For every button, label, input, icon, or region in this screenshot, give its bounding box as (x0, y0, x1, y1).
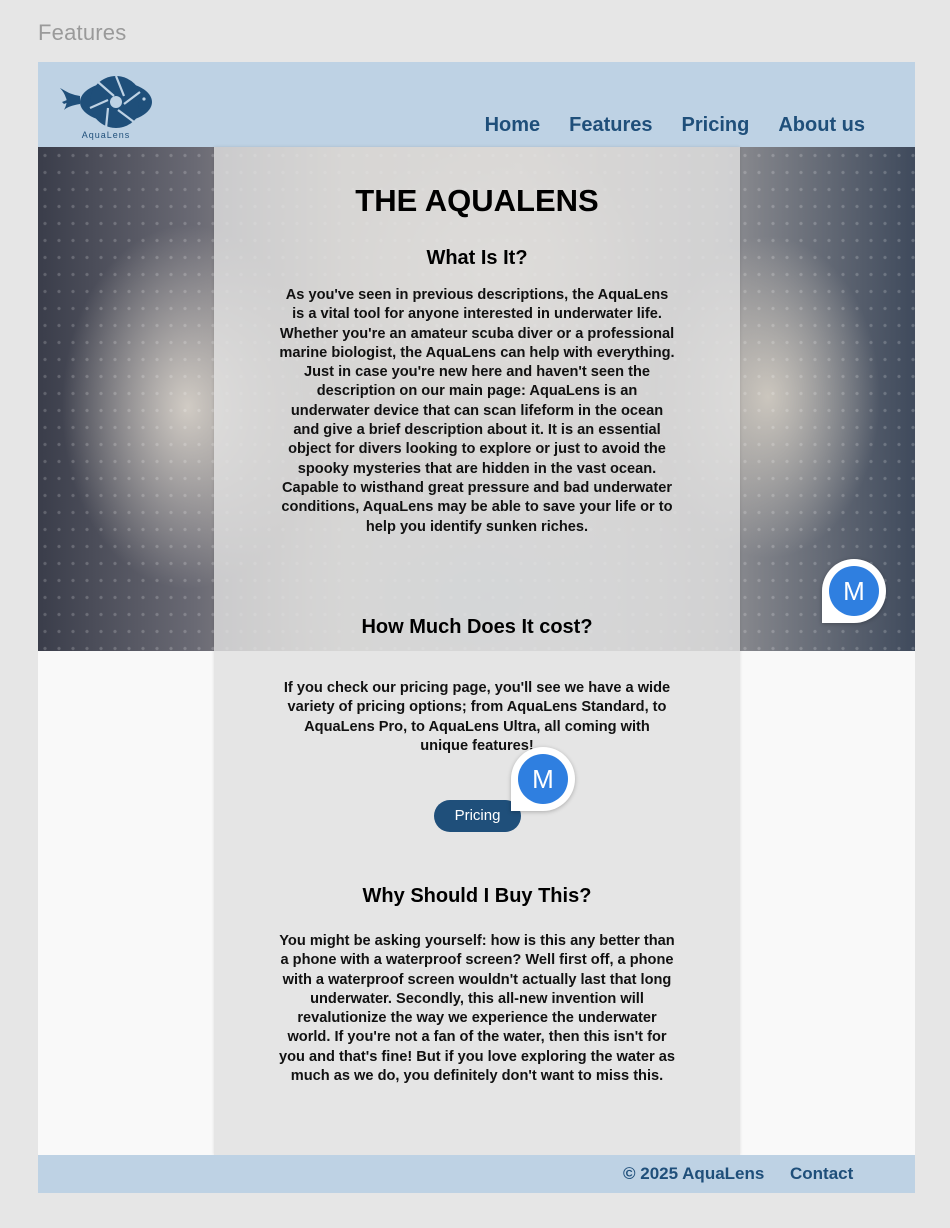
nav-about-us[interactable]: About us (778, 114, 865, 137)
fish-aperture-icon (60, 75, 152, 129)
nav-pricing[interactable]: Pricing (682, 114, 750, 137)
copyright-text: © 2025 AquaLens (623, 1164, 765, 1183)
nav-home[interactable]: Home (485, 114, 541, 137)
avatar: M (829, 566, 879, 616)
site-header: AquaLens Home Features Pricing About us (38, 62, 915, 147)
contact-link[interactable]: Contact (790, 1164, 853, 1184)
section-body-why: You might be asking yourself: how is thi… (279, 933, 675, 1085)
comment-marker[interactable]: M (511, 747, 575, 811)
avatar: M (518, 754, 568, 804)
page-title: THE AQUALENS (355, 183, 599, 218)
logo-text: AquaLens (81, 130, 131, 140)
section-heading-why: Why Should I Buy This? (362, 885, 592, 907)
section-body-what: As you've seen in previous descriptions,… (279, 287, 675, 535)
site-footer: © 2025 AquaLens Contact (38, 1155, 915, 1193)
comment-marker[interactable]: M (822, 559, 886, 623)
section-body-cost: If you check our pricing page, you'll se… (283, 680, 671, 754)
frame-label: Features (38, 20, 127, 45)
logo[interactable]: AquaLens (58, 74, 154, 142)
section-heading-cost: How Much Does It cost? (361, 616, 593, 638)
nav-features[interactable]: Features (569, 114, 652, 137)
pricing-button[interactable]: Pricing (434, 800, 521, 832)
website-frame: AquaLens Home Features Pricing About us … (38, 62, 915, 1193)
section-heading-what: What Is It? (426, 247, 528, 269)
main-nav: Home Features Pricing About us (485, 114, 865, 137)
